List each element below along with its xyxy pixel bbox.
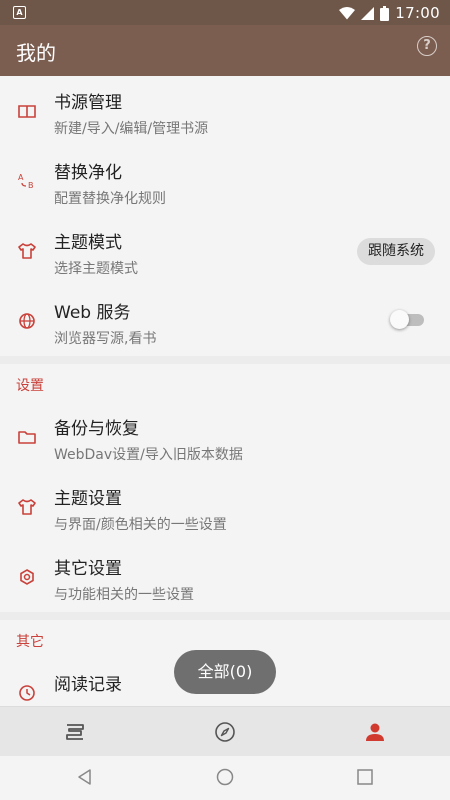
home-icon[interactable] bbox=[215, 767, 235, 787]
item-title: 主题模式 bbox=[54, 233, 122, 253]
settings-group: 设置 备份与恢复 WebDav设置/导入旧版本数据 主题设置 与界面/颜色相关的… bbox=[0, 364, 450, 612]
item-subtitle: 与功能相关的一些设置 bbox=[54, 587, 194, 603]
item-title: 其它设置 bbox=[54, 559, 122, 579]
divider bbox=[0, 612, 450, 620]
help-circle-icon[interactable]: ? bbox=[417, 36, 437, 56]
app-notification-icon: A bbox=[13, 6, 26, 19]
item-subtitle: 配置替换净化规则 bbox=[54, 191, 166, 207]
divider bbox=[0, 356, 450, 364]
wifi-icon bbox=[339, 6, 356, 19]
replace-rule-item[interactable]: AB 替换净化 配置替换净化规则 bbox=[0, 146, 450, 216]
app-bar: 我的 ? bbox=[0, 25, 450, 76]
status-bar: A 17:00 bbox=[0, 0, 450, 25]
item-subtitle: 选择主题模式 bbox=[54, 261, 138, 277]
item-subtitle: 浏览器写源,看书 bbox=[54, 331, 157, 347]
toggle-knob bbox=[390, 310, 409, 329]
bottom-navigation bbox=[0, 706, 450, 757]
toast-message: 全部(0) bbox=[174, 650, 276, 694]
battery-icon bbox=[380, 5, 390, 21]
other-settings-item[interactable]: 其它设置 与功能相关的一些设置 bbox=[0, 542, 450, 612]
svg-text:B: B bbox=[28, 181, 34, 190]
section-header-settings: 设置 bbox=[16, 378, 44, 394]
item-title: 书源管理 bbox=[54, 93, 122, 113]
web-service-item[interactable]: Web 服务 浏览器写源,看书 bbox=[0, 286, 450, 356]
bookshelf-icon[interactable] bbox=[63, 720, 87, 744]
folder-icon bbox=[18, 431, 36, 444]
item-title: 备份与恢复 bbox=[54, 419, 139, 439]
theme-settings-item[interactable]: 主题设置 与界面/颜色相关的一些设置 bbox=[0, 472, 450, 542]
web-service-toggle[interactable] bbox=[390, 310, 424, 329]
globe-icon bbox=[19, 313, 35, 329]
back-icon[interactable] bbox=[75, 767, 95, 787]
compass-icon[interactable] bbox=[213, 720, 237, 744]
item-title: 替换净化 bbox=[54, 163, 122, 183]
svg-text:A: A bbox=[18, 173, 24, 182]
recents-icon[interactable] bbox=[355, 767, 375, 787]
person-icon[interactable] bbox=[363, 720, 387, 744]
signal-icon bbox=[361, 6, 375, 20]
gear-icon bbox=[20, 569, 34, 585]
book-open-icon bbox=[18, 105, 36, 118]
clock-time: 17:00 bbox=[395, 4, 440, 22]
replace-ab-icon: AB bbox=[18, 173, 34, 190]
item-subtitle: 新建/导入/编辑/管理书源 bbox=[54, 121, 209, 137]
shirt-icon bbox=[18, 243, 36, 259]
theme-mode-chip[interactable]: 跟随系统 bbox=[357, 238, 435, 265]
item-subtitle: WebDav设置/导入旧版本数据 bbox=[54, 447, 243, 463]
theme-mode-item[interactable]: 主题模式 选择主题模式 跟随系统 bbox=[0, 216, 450, 286]
main-group: 书源管理 新建/导入/编辑/管理书源 AB 替换净化 配置替换净化规则 主题模式… bbox=[0, 76, 450, 356]
item-subtitle: 与界面/颜色相关的一些设置 bbox=[54, 517, 227, 533]
system-navigation-bar bbox=[0, 756, 450, 800]
book-source-item[interactable]: 书源管理 新建/导入/编辑/管理书源 bbox=[0, 76, 450, 146]
item-title: Web 服务 bbox=[54, 303, 131, 323]
shirt-icon bbox=[18, 499, 36, 515]
page-title: 我的 bbox=[16, 41, 56, 65]
clock-icon bbox=[19, 685, 35, 701]
item-title: 阅读记录 bbox=[54, 675, 122, 695]
backup-restore-item[interactable]: 备份与恢复 WebDav设置/导入旧版本数据 bbox=[0, 402, 450, 472]
item-title: 主题设置 bbox=[54, 489, 122, 509]
settings-list: 书源管理 新建/导入/编辑/管理书源 AB 替换净化 配置替换净化规则 主题模式… bbox=[0, 76, 450, 706]
